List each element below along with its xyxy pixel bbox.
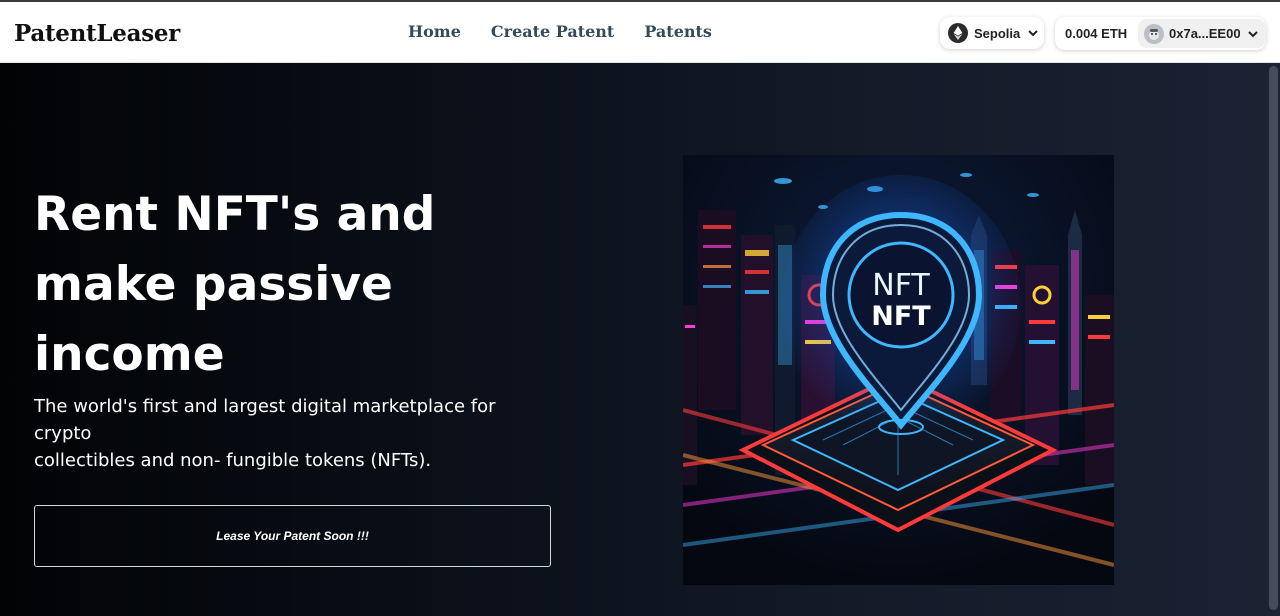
nav-create-patent-link[interactable]: Create Patent: [491, 22, 614, 41]
chevron-down-icon: [1028, 26, 1038, 40]
wallet-address-pill[interactable]: 0x7a...EE00: [1138, 19, 1266, 48]
account-button[interactable]: 0.004 ETH 0x7a...EE00: [1055, 17, 1266, 50]
site-logo[interactable]: PatentLeaser: [14, 20, 180, 47]
scrollbar-thumb[interactable]: [1269, 66, 1278, 610]
ethereum-icon: [948, 23, 968, 43]
wallet-address: 0x7a...EE00: [1169, 26, 1241, 41]
main-nav: Home Create Patent Patents: [408, 22, 712, 41]
lease-patent-button[interactable]: Lease Your Patent Soon !!!: [34, 505, 551, 567]
avatar-icon: [1144, 23, 1164, 44]
subtext-line-2: collectibles and non- fungible tokens (N…: [34, 450, 432, 471]
chevron-down-icon: [1247, 27, 1258, 41]
network-label: Sepolia: [974, 25, 1021, 41]
headline-line-3: income: [34, 327, 225, 382]
headline-line-2: make passive: [34, 257, 393, 312]
nav-home-link[interactable]: Home: [408, 22, 461, 41]
network-selector-button[interactable]: Sepolia: [940, 17, 1044, 49]
pin-label-bottom: NFT: [871, 301, 931, 332]
subtext-line-1: The world's first and largest digital ma…: [34, 396, 496, 444]
nav-patents-link[interactable]: Patents: [644, 22, 712, 41]
nft-city-illustration-svg: NFT NFT: [683, 155, 1114, 585]
pin-label-top: NFT: [872, 268, 930, 303]
wallet-balance: 0.004 ETH: [1065, 26, 1128, 41]
nft-city-illustration: NFT NFT: [683, 155, 1114, 585]
hero-subtext: The world's first and largest digital ma…: [34, 393, 534, 474]
top-navbar: PatentLeaser Home Create Patent Patents …: [0, 0, 1280, 63]
hero-headline: Rent NFT's and make passive income: [34, 180, 514, 390]
headline-line-1: Rent NFT's and: [34, 187, 436, 242]
